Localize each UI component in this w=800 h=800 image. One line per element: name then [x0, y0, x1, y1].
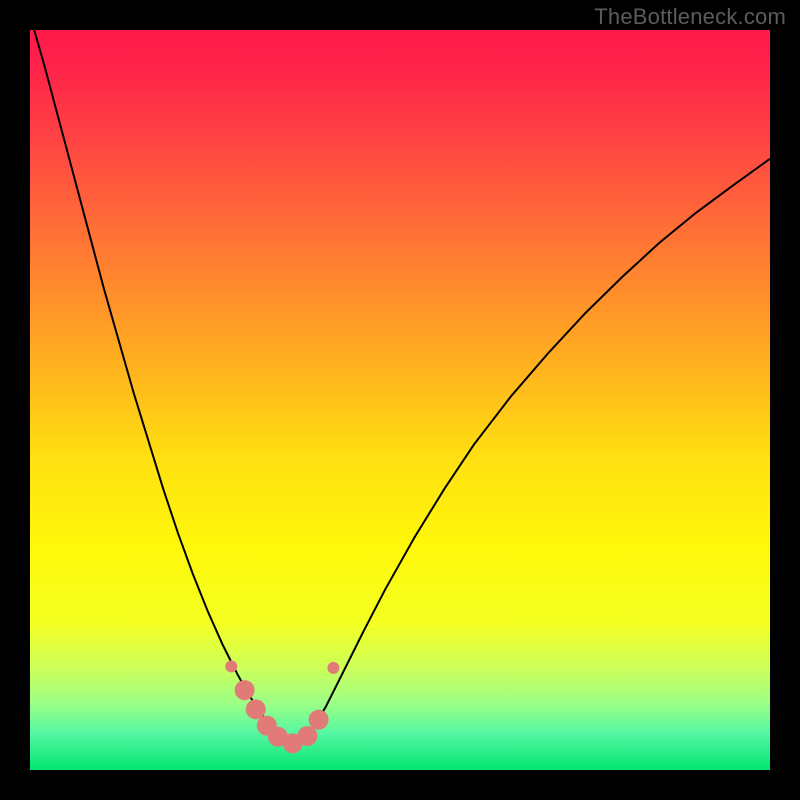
gradient-background	[30, 30, 770, 770]
highlight-dot	[327, 662, 339, 674]
bottleneck-chart	[0, 0, 800, 800]
highlight-dot	[298, 726, 318, 746]
highlight-dot	[235, 680, 255, 700]
chart-stage: TheBottleneck.com	[0, 0, 800, 800]
watermark-text: TheBottleneck.com	[594, 4, 786, 30]
highlight-dot	[225, 660, 237, 672]
highlight-dot	[246, 699, 266, 719]
highlight-dot	[309, 710, 329, 730]
